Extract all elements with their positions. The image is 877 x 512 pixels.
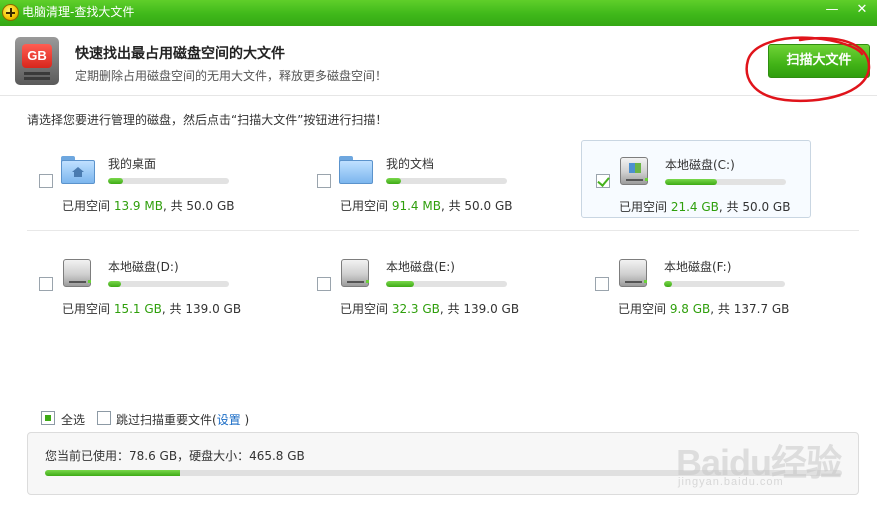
disk-usage-bar bbox=[664, 281, 785, 287]
skip-important-files-checkbox[interactable] bbox=[97, 411, 111, 425]
disk-name: 我的桌面 bbox=[108, 157, 157, 171]
disk-usage-text: 已用空间 13.9 MB, 共 50.0 GB bbox=[62, 199, 235, 213]
desktop-folder-icon bbox=[61, 154, 95, 186]
disk-card-documents[interactable]: 我的文档 已用空间 91.4 MB, 共 50.0 GB bbox=[310, 141, 540, 219]
scan-large-files-button[interactable]: 扫描大文件 bbox=[768, 44, 870, 78]
settings-link[interactable]: 设置 bbox=[217, 413, 241, 427]
disk-name: 本地磁盘(C:) bbox=[665, 158, 735, 172]
disk-summary-text: 您当前已使用：78.6 GB，硬盘大小：465.8 GB bbox=[45, 449, 305, 463]
window-title: 电脑清理-查找大文件 bbox=[22, 5, 135, 19]
disk-usage-bar bbox=[665, 179, 786, 185]
disk-checkbox[interactable] bbox=[39, 174, 53, 188]
baidu-jingyan-watermark: Baidu经验 jingyan.baidu.com bbox=[676, 434, 876, 500]
app-logo-icon bbox=[2, 4, 19, 21]
drive-icon bbox=[61, 257, 95, 289]
disk-name: 我的文档 bbox=[386, 157, 435, 171]
skip-important-files-label: 跳过扫描重要文件(设置 ) bbox=[116, 411, 249, 428]
disk-usage-text: 已用空间 32.3 GB, 共 139.0 GB bbox=[340, 302, 520, 316]
disk-usage-bar-fill bbox=[108, 281, 122, 287]
disk-card-e[interactable]: 本地磁盘(E:) 已用空间 32.3 GB, 共 139.0 GB bbox=[310, 244, 540, 322]
disk-checkbox[interactable] bbox=[596, 174, 610, 188]
total-usage-bar-fill bbox=[45, 470, 181, 476]
disk-usage-bar bbox=[386, 281, 507, 287]
skip-label-close: ) bbox=[240, 413, 250, 427]
disk-usage-text: 已用空间 91.4 MB, 共 50.0 GB bbox=[340, 199, 513, 213]
header-title: 快速找出最占用磁盘空间的大文件 bbox=[75, 46, 285, 62]
disk-card-c[interactable]: 本地磁盘(C:) 已用空间 21.4 GB, 共 50.0 GB bbox=[581, 140, 811, 218]
disk-usage-text: 已用空间 21.4 GB, 共 50.0 GB bbox=[619, 200, 791, 214]
disk-checkbox[interactable] bbox=[39, 277, 53, 291]
header-subtitle: 定期删除占用磁盘空间的无用大文件，释放更多磁盘空间！ bbox=[75, 69, 388, 83]
minimize-button[interactable]: — bbox=[817, 0, 847, 22]
select-all-label[interactable]: 全选 bbox=[61, 411, 85, 428]
disk-usage-text: 已用空间 15.1 GB, 共 139.0 GB bbox=[62, 302, 242, 316]
header: GB 快速找出最占用磁盘空间的大文件 定期删除占用磁盘空间的无用大文件，释放更多… bbox=[0, 26, 877, 103]
disk-checkbox[interactable] bbox=[317, 277, 331, 291]
disk-usage-bar-fill bbox=[108, 178, 123, 184]
disk-checkbox[interactable] bbox=[595, 277, 609, 291]
disk-card-d[interactable]: 本地磁盘(D:) 已用空间 15.1 GB, 共 139.0 GB bbox=[32, 244, 262, 322]
disk-name: 本地磁盘(E:) bbox=[386, 260, 455, 274]
disk-usage-bar bbox=[108, 178, 229, 184]
disk-card-f[interactable]: 本地磁盘(F:) 已用空间 9.8 GB, 共 137.7 GB bbox=[588, 244, 818, 322]
instruction-text: 请选择您要进行管理的磁盘，然后点击“扫描大文件”按钮进行扫描！ bbox=[27, 113, 388, 127]
disk-usage-bar bbox=[386, 178, 507, 184]
title-bar: 电脑清理-查找大文件 — ✕ bbox=[0, 0, 877, 26]
disk-usage-bar bbox=[108, 281, 229, 287]
disk-name: 本地磁盘(F:) bbox=[664, 260, 732, 274]
disk-usage-bar-fill bbox=[664, 281, 673, 287]
system-drive-icon bbox=[618, 155, 652, 187]
disk-card-desktop[interactable]: 我的桌面 已用空间 13.9 MB, 共 50.0 GB bbox=[32, 141, 262, 219]
skip-label-text[interactable]: 跳过扫描重要文件( bbox=[116, 413, 217, 427]
select-all-checkbox[interactable] bbox=[41, 411, 55, 425]
disk-row-divider bbox=[27, 230, 859, 231]
close-button[interactable]: ✕ bbox=[847, 0, 877, 22]
disk-usage-bar-fill bbox=[665, 179, 718, 185]
large-file-icon: GB bbox=[15, 37, 59, 85]
drive-icon bbox=[617, 257, 651, 289]
documents-folder-icon bbox=[339, 154, 373, 186]
disk-name: 本地磁盘(D:) bbox=[108, 260, 179, 274]
gb-icon-label: GB bbox=[22, 44, 52, 68]
disk-usage-bar-fill bbox=[386, 281, 414, 287]
disk-checkbox[interactable] bbox=[317, 174, 331, 188]
drive-icon bbox=[339, 257, 373, 289]
disk-usage-text: 已用空间 9.8 GB, 共 137.7 GB bbox=[618, 302, 790, 316]
disk-usage-bar-fill bbox=[386, 178, 401, 184]
watermark-url: jingyan.baidu.com bbox=[678, 476, 784, 488]
